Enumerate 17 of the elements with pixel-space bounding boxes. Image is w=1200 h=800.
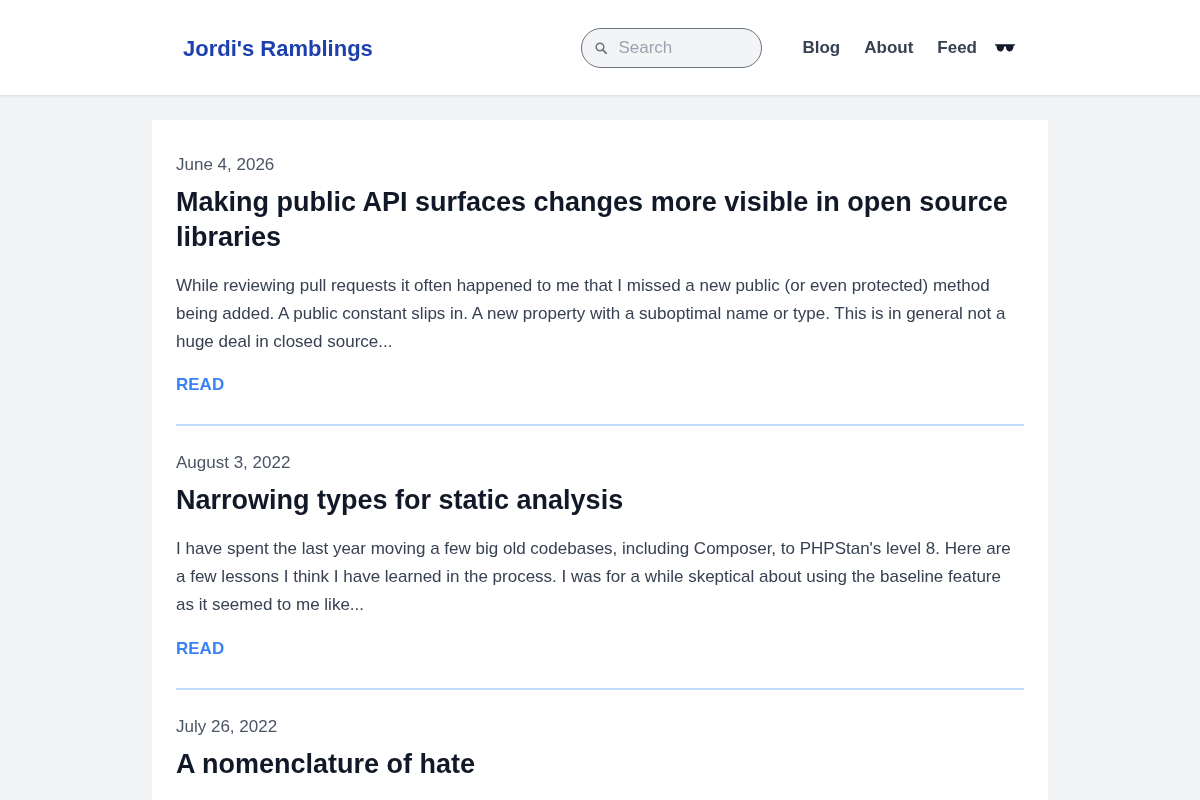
nav-link[interactable]: Feed <box>937 37 977 58</box>
post-date: June 4, 2026 <box>176 154 276 176</box>
read-link[interactable]: READ <box>176 636 225 661</box>
site-title-link[interactable]: Jordi's Ramblings <box>183 35 373 62</box>
post-title[interactable]: Making public API surfaces changes more visible in open source libraries <box>176 185 1024 255</box>
post-excerpt: I have spent the last year moving a few big old codebases, including Composer, to PHPStan's level 8. Here are a few lessons I think I have learned in the process. I was for a while skeptical about using the baseline feature as it seemed to me like... <box>176 538 1012 616</box>
search-icon <box>595 41 608 54</box>
post-date: July 26, 2022 <box>176 715 279 738</box>
post-title[interactable]: A nomenclature of hate <box>176 746 1024 782</box>
nav-link[interactable]: Blog <box>802 37 841 58</box>
nav-link[interactable]: About <box>864 37 914 58</box>
search-field[interactable]: Search <box>581 27 763 68</box>
post-date: August 3, 2022 <box>176 452 292 475</box>
read-link[interactable]: READ <box>176 373 225 398</box>
post-excerpt: While reviewing pull requests it often happened to me that I missed a new public (or even protected) method being added. A public constant slips in. A new property with a suboptimal name or type. This is in general not a huge deal in closed source... <box>176 275 1007 353</box>
post-title[interactable]: Narrowing types for static analysis <box>176 483 1024 519</box>
sunglasses-icon[interactable] <box>995 43 1015 52</box>
